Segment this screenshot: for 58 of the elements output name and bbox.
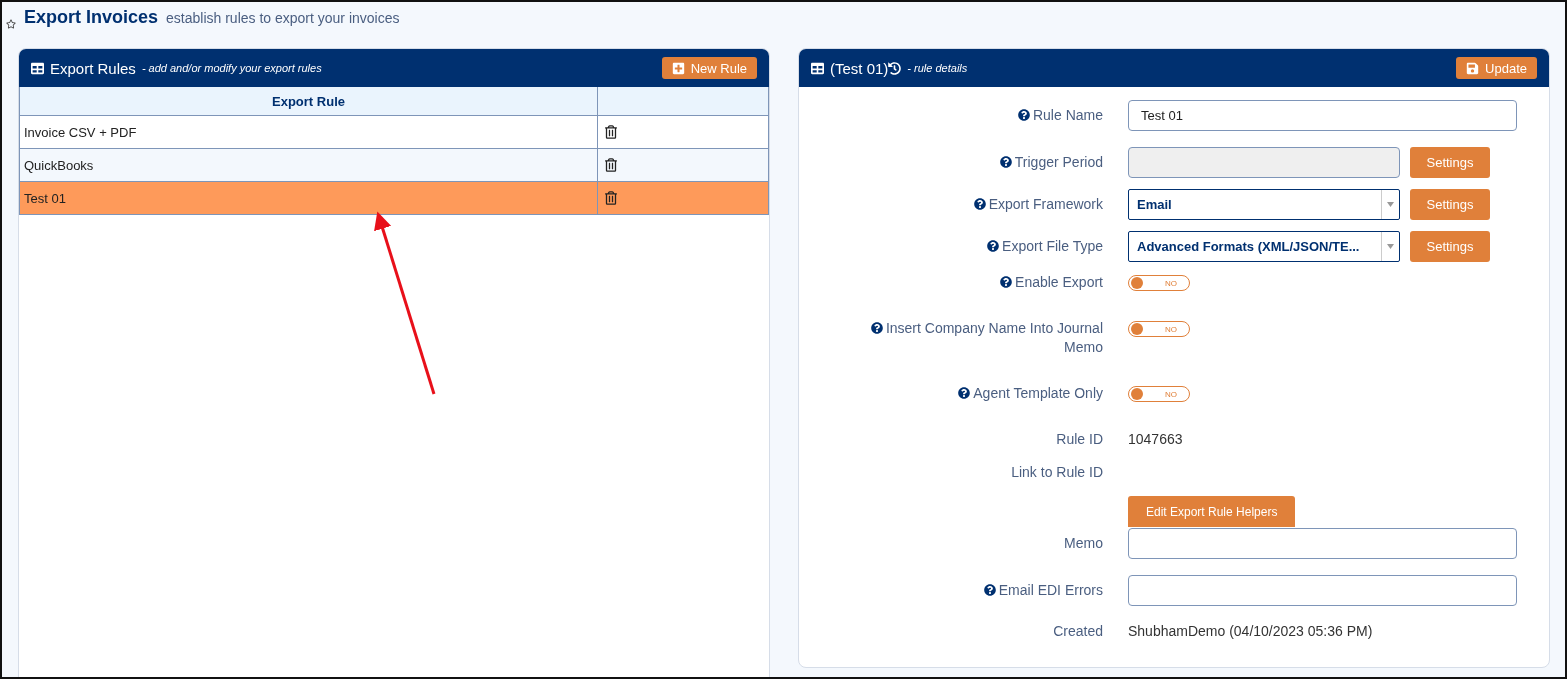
help-icon[interactable]: [870, 322, 883, 334]
text-field[interactable]: Test 01: [1128, 100, 1517, 131]
field-label: Export Framework: [973, 189, 1103, 214]
plus-icon: [671, 61, 685, 75]
trash-icon[interactable]: [605, 158, 617, 172]
page-title: Export Invoices: [24, 7, 159, 28]
table-row[interactable]: Test 01: [19, 181, 769, 215]
new-rule-button[interactable]: New Rule: [661, 57, 757, 79]
text-field[interactable]: [1128, 575, 1517, 606]
panel-subtitle: - rule details: [907, 62, 969, 74]
select-field[interactable]: Email: [1128, 189, 1400, 220]
field-label: Export File Type: [987, 231, 1103, 256]
field-label: Rule Name: [1017, 100, 1103, 125]
column-header: Export Rule: [19, 87, 598, 116]
field-label: Memo: [1064, 534, 1103, 553]
rule-name-cell: QuickBooks: [19, 148, 598, 182]
update-button[interactable]: Update: [1456, 57, 1537, 79]
history-icon[interactable]: [888, 61, 902, 75]
rule-name-cell: Invoice CSV + PDF: [19, 115, 598, 149]
edit-helpers-button[interactable]: Edit Export Rule Helpers: [1128, 496, 1296, 527]
table-row[interactable]: Invoice CSV + PDF: [19, 115, 769, 149]
table-icon: [31, 61, 44, 75]
field-label: Trigger Period: [999, 147, 1103, 172]
panel-title: Export Rules: [50, 59, 136, 77]
settings-button[interactable]: Settings: [1410, 189, 1490, 220]
toggle-switch[interactable]: NO: [1128, 386, 1190, 402]
field-label: Rule ID: [1056, 430, 1103, 449]
table-icon: [811, 61, 824, 75]
field-label: Insert Company Name Into Journal Memo: [863, 319, 1103, 357]
page-subtitle: establish rules to export your invoices: [166, 10, 400, 26]
field-label: Link to Rule ID: [1011, 463, 1103, 482]
toggle-switch[interactable]: NO: [1128, 321, 1190, 337]
help-icon[interactable]: [987, 240, 1000, 252]
select-field[interactable]: Advanced Formats (XML/JSON/TE...: [1128, 231, 1400, 262]
field-value: 1047663: [1128, 430, 1183, 449]
settings-button[interactable]: Settings: [1410, 231, 1490, 262]
panel-subtitle: - add and/or modify your export rules: [141, 62, 323, 74]
field-label: Enable Export: [1000, 273, 1103, 292]
settings-button[interactable]: Settings: [1410, 147, 1490, 178]
help-icon[interactable]: [973, 198, 986, 210]
toggle-switch[interactable]: NO: [1128, 275, 1190, 291]
help-icon[interactable]: [983, 584, 996, 596]
field-label: Created: [1053, 622, 1103, 641]
help-icon[interactable]: [999, 156, 1012, 168]
field-value: ShubhamDemo (04/10/2023 05:36 PM): [1128, 622, 1373, 641]
text-field[interactable]: [1128, 528, 1517, 559]
star-icon[interactable]: [6, 18, 16, 29]
help-icon[interactable]: [1000, 276, 1013, 288]
help-icon[interactable]: [958, 387, 971, 399]
field-label: Email EDI Errors: [983, 575, 1103, 600]
table-row[interactable]: QuickBooks: [19, 148, 769, 182]
rule-name-cell: Test 01: [19, 181, 598, 215]
trash-icon[interactable]: [605, 191, 617, 205]
trash-icon[interactable]: [605, 125, 617, 139]
save-icon: [1466, 61, 1480, 75]
panel-title: (Test 01): [830, 59, 889, 77]
field-label: Agent Template Only: [958, 384, 1103, 403]
help-icon[interactable]: [1017, 109, 1030, 121]
